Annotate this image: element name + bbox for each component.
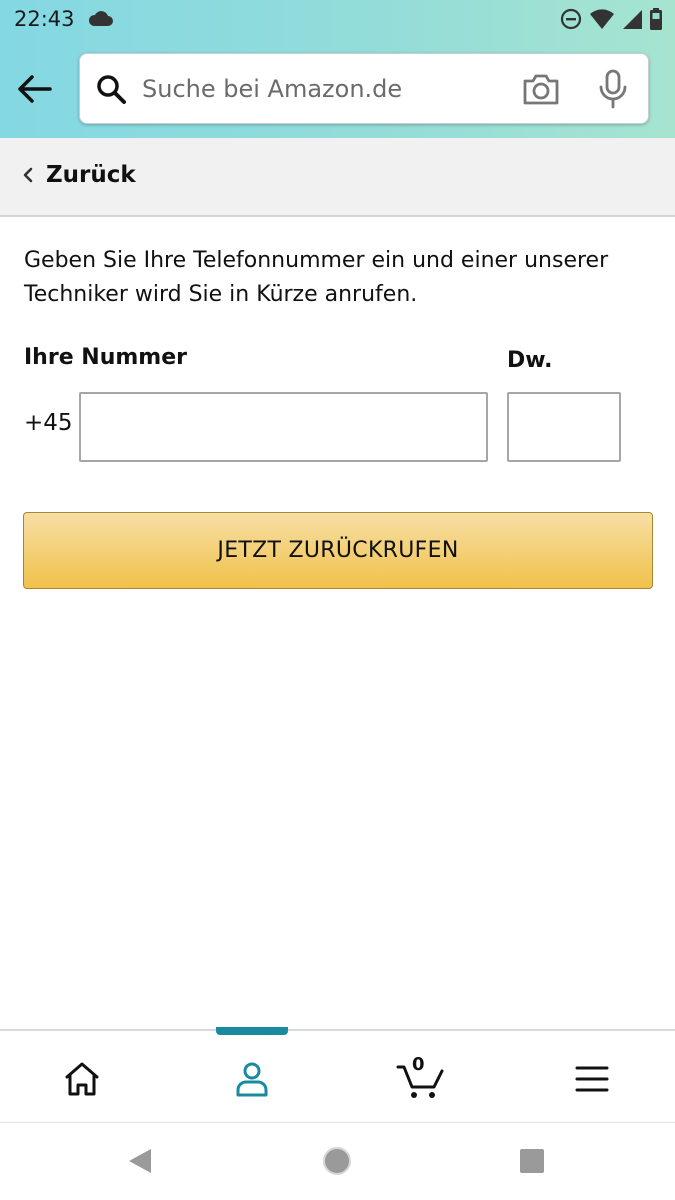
search-icon[interactable] <box>95 73 127 105</box>
number-label: Ihre Nummer <box>24 345 187 370</box>
chevron-left-icon <box>23 167 33 183</box>
back-link[interactable]: Zurück <box>22 162 136 188</box>
extension-input[interactable] <box>507 392 621 462</box>
app-header: 22:43 <box>0 0 675 138</box>
menu-icon <box>575 1066 609 1092</box>
phone-number-input[interactable] <box>79 392 488 462</box>
back-arrow-icon[interactable] <box>14 68 56 110</box>
extension-label: Dw. <box>507 348 553 373</box>
account-icon <box>236 1062 268 1097</box>
back-link-label: Zurück <box>46 162 136 188</box>
microphone-icon[interactable] <box>597 69 629 109</box>
back-bar: Zurück <box>0 138 675 217</box>
country-prefix: +45 <box>24 410 73 436</box>
bottom-nav: 0 <box>0 1027 675 1122</box>
nav-home[interactable] <box>58 1057 106 1101</box>
system-recents-icon[interactable] <box>519 1148 545 1174</box>
signal-icon <box>623 10 642 29</box>
battery-icon <box>650 8 662 30</box>
status-bar: 22:43 <box>0 0 675 40</box>
home-icon <box>65 1062 99 1096</box>
camera-icon[interactable] <box>521 70 561 108</box>
nav-account[interactable] <box>228 1057 276 1101</box>
system-back-icon[interactable] <box>126 1147 154 1175</box>
intro-text: Geben Sie Ihre Telefonnummer ein und ein… <box>24 248 609 307</box>
callback-now-button[interactable]: JETZT ZURÜCKRUFEN <box>23 512 653 589</box>
search-bar[interactable] <box>79 53 649 124</box>
nav-menu[interactable] <box>568 1057 616 1101</box>
nav-cart[interactable]: 0 <box>396 1054 448 1101</box>
system-home-icon[interactable] <box>322 1146 352 1176</box>
search-input[interactable] <box>142 68 502 110</box>
system-navigation-bar <box>0 1122 675 1200</box>
wifi-icon <box>590 9 614 29</box>
cloud-icon <box>88 11 113 26</box>
active-tab-indicator <box>216 1027 288 1035</box>
cart-count: 0 <box>412 1054 425 1075</box>
status-time: 22:43 <box>14 7 75 31</box>
do-not-disturb-icon <box>560 8 582 30</box>
